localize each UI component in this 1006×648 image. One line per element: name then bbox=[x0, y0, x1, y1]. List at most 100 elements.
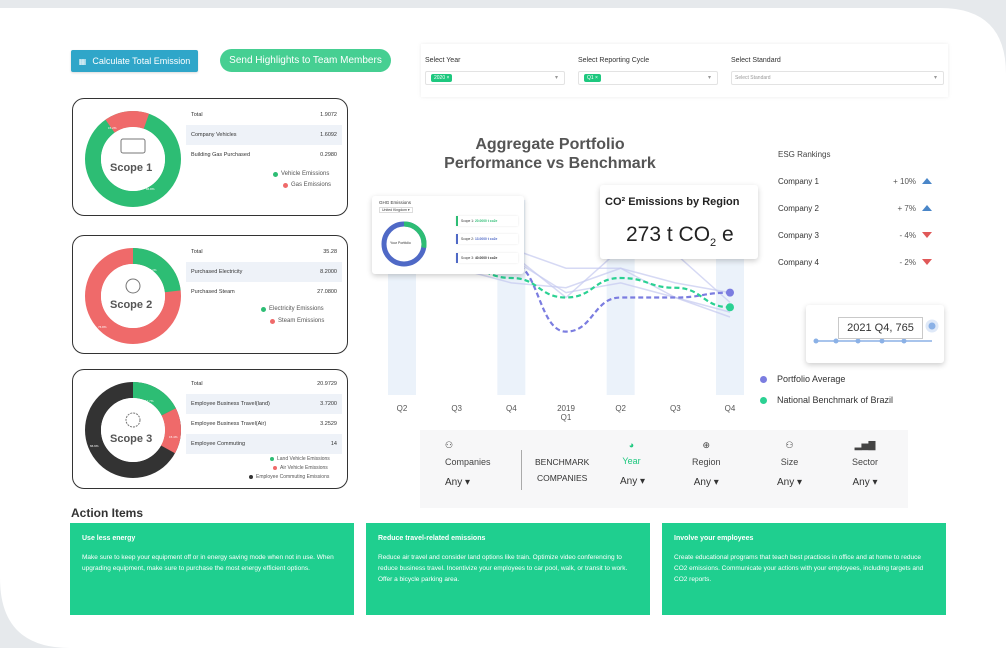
chart-title: Aggregate Portfolio Performance vs Bench… bbox=[444, 136, 656, 172]
x-tick-label: Q4 bbox=[725, 404, 736, 413]
ghg-emissions-popup: GHG Emissions United Kingdom ▾ Your Port… bbox=[372, 196, 524, 274]
scope3-table: Total 20.9729 Employee Business Travel(la… bbox=[186, 374, 342, 454]
benchmark-filter-panel: ⚇ Companies Any ▾ BENCHMARK COMPANIES ◕ … bbox=[420, 430, 908, 508]
filters-panel: Select Year 2020 × ▾ Select Reporting Cy… bbox=[421, 44, 948, 97]
send-highlights-button[interactable]: Send Highlights to Team Members bbox=[220, 49, 391, 72]
esg-rankings: ESG Rankings Company 1 + 10% Company 2 + 7… bbox=[770, 150, 940, 276]
x-tick-label: Q4 bbox=[506, 404, 517, 413]
svg-text:76.8%: 76.8% bbox=[98, 325, 107, 329]
chevron-down-icon: ▾ bbox=[707, 75, 711, 81]
legend-national-benchmark: National Benchmark of Brazil bbox=[760, 395, 893, 405]
ghg-scope3-row: Scope 3: 40.0000 t co2e bbox=[456, 253, 518, 263]
pie-icon: ◕ bbox=[628, 440, 635, 450]
svg-text:15.4%: 15.4% bbox=[169, 435, 178, 439]
people-icon: ⚇ bbox=[785, 440, 794, 450]
benchmark-companies-heading: BENCHMARK COMPANIES bbox=[535, 457, 590, 483]
series-end-point bbox=[726, 303, 734, 312]
esg-row: Company 3- 4% bbox=[770, 222, 940, 249]
cycle-chip[interactable]: Q1 × bbox=[584, 74, 601, 82]
esg-title: ESG Rankings bbox=[778, 150, 831, 159]
scope1-table: Total 1.9072 Company Vehicles 1.6092 Build… bbox=[186, 105, 342, 165]
tooltip-value: 2021 Q4, 765 bbox=[838, 317, 923, 339]
legend-portfolio-average: Portfolio Average bbox=[760, 374, 845, 384]
ghg-title: GHG Emissions bbox=[379, 200, 412, 205]
scope1-donut: 15.2% bbox=[85, 111, 181, 207]
chevron-down-icon: ▾ bbox=[933, 75, 937, 81]
year-filter[interactable]: ◕ Year Any ▾ bbox=[618, 440, 645, 487]
year-chip[interactable]: 2020 × bbox=[431, 74, 453, 82]
size-dropdown: Any ▾ bbox=[777, 477, 803, 488]
up-arrow-icon bbox=[922, 178, 932, 184]
legend-commuting: Employee Commuting Emissions bbox=[249, 474, 329, 480]
region-dropdown: Any ▾ bbox=[693, 477, 719, 488]
svg-text:17.7%: 17.7% bbox=[145, 399, 154, 403]
co2-title: CO² Emissions by Region bbox=[605, 196, 740, 208]
esg-row: Company 4- 2% bbox=[770, 249, 940, 276]
year-select[interactable]: 2020 × ▾ bbox=[425, 71, 565, 85]
calculate-label: Calculate Total Emission bbox=[92, 56, 191, 66]
cycle-select[interactable]: Q1 × ▾ bbox=[578, 71, 718, 85]
legend-electricity: Electricity Emissions bbox=[261, 306, 324, 312]
action-items-title: Action Items bbox=[71, 506, 144, 520]
esg-row: Company 2 + 7% bbox=[770, 195, 940, 222]
region-filter[interactable]: ⊕ Region Any ▾ bbox=[692, 440, 721, 488]
ghg-scope2-row: Scope 2: 13.0000 t co2e bbox=[456, 234, 518, 244]
x-tick-label: Q3 bbox=[451, 404, 462, 413]
table-row: Building Gas Purchased 0.2980 bbox=[191, 152, 337, 158]
scope2-card: 23.2% 76.8% Scope 2 Total 35.28 Purchased… bbox=[72, 235, 348, 354]
table-row: Employee Business Travel(Air) 3.2529 bbox=[191, 421, 337, 427]
year-dropdown: Any ▾ bbox=[620, 476, 646, 487]
scope1-card: 15.2% Scope 1 84.8% Total 1.9072 Company … bbox=[72, 98, 348, 216]
calculate-total-emission-button[interactable]: ▦ Calculate Total Emission bbox=[71, 50, 198, 72]
x-tick-label: Q2 bbox=[615, 404, 626, 413]
size-filter[interactable]: ⚇ Size Any ▾ bbox=[777, 440, 802, 488]
standard-select[interactable]: Select Standard ▾ bbox=[731, 71, 944, 85]
scope3-label: Scope 3 bbox=[110, 433, 153, 445]
sector-dropdown: Any ▾ bbox=[852, 477, 878, 488]
globe-icon: ⊕ bbox=[702, 440, 711, 450]
esg-row: Company 1 + 10% bbox=[770, 168, 940, 195]
action-card-travel: Reduce travel-related emissions Reduce a… bbox=[366, 523, 650, 615]
legend-land: Land Vehicle Emissions bbox=[270, 456, 330, 462]
people-icon: ⚇ bbox=[445, 440, 454, 450]
chevron-down-icon: ▾ bbox=[554, 75, 558, 81]
svg-text:15.2%: 15.2% bbox=[108, 126, 117, 130]
legend-air: Air Vehicle Emissions bbox=[273, 465, 328, 471]
legend-vehicle: Vehicle Emissions bbox=[273, 171, 329, 177]
svg-text:66.9%: 66.9% bbox=[90, 444, 99, 448]
series-end-point bbox=[726, 288, 734, 297]
scope1-green-pct: 84.8% bbox=[146, 187, 155, 191]
sector-filter[interactable]: ▂▅▇ Sector Any ▾ bbox=[852, 440, 878, 488]
table-row: Total 35.28 bbox=[191, 249, 337, 255]
companies-filter[interactable]: ⚇ Companies Any ▾ bbox=[445, 440, 491, 488]
year-filter-label: Select Year bbox=[425, 57, 461, 64]
co2-by-region-popup: CO² Emissions by Region 273 t CO2 e bbox=[600, 185, 758, 259]
table-row: Purchased Steam 27.0800 bbox=[191, 289, 337, 295]
table-row: Total 20.9729 bbox=[191, 381, 337, 387]
divider bbox=[521, 450, 522, 490]
calculator-icon: ▦ bbox=[78, 56, 87, 66]
ghg-center-label: Your Portfolio bbox=[390, 241, 411, 245]
scope3-card: 17.7% 15.4% 66.9% Scope 3 Total 20.9729 E… bbox=[72, 369, 348, 489]
svg-text:23.2%: 23.2% bbox=[148, 268, 157, 272]
x-tick-label: Q3 bbox=[670, 404, 681, 413]
table-row: Employee Business Travel(land) 3.7200 bbox=[186, 394, 342, 414]
action-card-employees: Involve your employees Create educationa… bbox=[662, 523, 946, 615]
cycle-filter-label: Select Reporting Cycle bbox=[578, 57, 650, 64]
down-arrow-icon bbox=[922, 259, 932, 265]
up-arrow-icon bbox=[922, 205, 932, 211]
standard-filter-label: Select Standard bbox=[731, 57, 781, 64]
co2-value: 273 t CO2 e bbox=[626, 223, 734, 250]
action-card-energy: Use less energy Make sure to keep your e… bbox=[70, 523, 354, 615]
standard-placeholder: Select Standard bbox=[735, 75, 771, 81]
companies-dropdown: Any ▾ bbox=[445, 477, 471, 488]
down-arrow-icon bbox=[922, 232, 932, 238]
scope1-label: Scope 1 bbox=[110, 162, 153, 174]
x-tick-label: 2019 Q1 bbox=[557, 404, 575, 422]
legend-gas: Gas Emissions bbox=[283, 182, 331, 188]
tooltip-slider-card: 2021 Q4, 765 bbox=[806, 305, 944, 363]
scope3-donut: 17.7% 15.4% 66.9% bbox=[85, 382, 181, 478]
table-row: Total 1.9072 bbox=[191, 112, 337, 118]
ghg-country-select[interactable]: United Kingdom ▾ bbox=[379, 207, 413, 213]
scope2-donut: 23.2% 76.8% bbox=[85, 248, 181, 344]
